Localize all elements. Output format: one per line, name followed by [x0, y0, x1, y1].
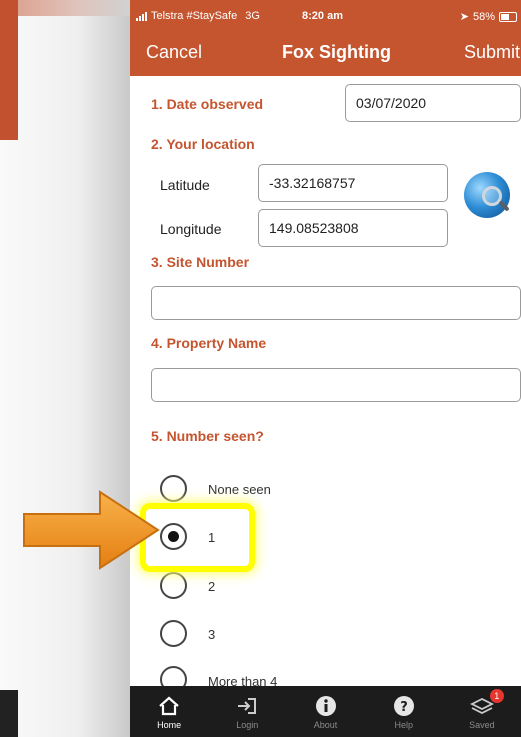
site-number-label: 3. Site Number	[151, 254, 250, 270]
radio-2[interactable]	[160, 572, 187, 599]
backdrop-dark-edge	[0, 690, 18, 737]
radio-label-none-seen: None seen	[208, 482, 271, 497]
info-icon	[315, 692, 337, 720]
tab-home-label: Home	[157, 720, 182, 730]
battery-icon	[499, 11, 517, 22]
backdrop	[0, 0, 130, 737]
location-label: 2. Your location	[151, 136, 255, 152]
longitude-value: 149.08523808	[269, 220, 359, 236]
signal-icon	[136, 11, 147, 21]
help-icon: ?	[393, 692, 415, 720]
submit-button[interactable]: Submit	[464, 42, 520, 63]
property-name-field[interactable]	[151, 368, 521, 402]
magnifier-handle	[498, 200, 510, 212]
tab-bar: Home Login About ? Help 1 Saved	[130, 686, 521, 737]
latitude-label: Latitude	[160, 177, 210, 193]
radio-3[interactable]	[160, 620, 187, 647]
pointer-arrow-icon	[23, 490, 160, 570]
backdrop-accent-fade	[18, 0, 130, 16]
page-title: Fox Sighting	[282, 42, 391, 62]
tab-help-label: Help	[394, 720, 413, 730]
latitude-value: -33.32168757	[269, 175, 356, 191]
radio-label-3: 3	[208, 627, 216, 642]
status-right: ➤ 58%	[460, 10, 517, 23]
site-number-field[interactable]	[151, 286, 521, 320]
carrier-name: Telstra #StaySafe	[151, 10, 238, 22]
tab-saved[interactable]: 1 Saved	[443, 686, 521, 737]
saved-badge: 1	[489, 689, 504, 703]
date-label: 1. Date observed	[151, 96, 264, 112]
home-icon	[158, 692, 180, 720]
status-left: Telstra #StaySafe 3G	[136, 10, 260, 22]
login-icon	[236, 692, 258, 720]
date-value: 03/07/2020	[356, 95, 427, 111]
cancel-button[interactable]: Cancel	[146, 42, 202, 63]
phone-screen: Telstra #StaySafe 3G 8:20 am ➤ 58% Cance…	[130, 0, 521, 737]
longitude-field[interactable]: 149.08523808	[258, 209, 448, 247]
number-seen-label: 5. Number seen?	[151, 428, 264, 444]
battery-percent: 58%	[472, 10, 495, 23]
radio-none-seen[interactable]	[160, 475, 187, 502]
status-bar: Telstra #StaySafe 3G 8:20 am ➤ 58%	[130, 0, 521, 32]
location-arrow-icon: ➤	[459, 11, 469, 23]
tab-login[interactable]: Login	[208, 686, 286, 737]
tab-home[interactable]: Home	[130, 686, 208, 737]
svg-text:?: ?	[400, 700, 408, 715]
network-type: 3G	[245, 10, 260, 22]
tab-login-label: Login	[236, 720, 259, 730]
backdrop-accent	[0, 0, 18, 140]
globe-search-icon[interactable]	[464, 172, 510, 218]
date-field[interactable]: 03/07/2020	[345, 84, 521, 122]
latitude-field[interactable]: -33.32168757	[258, 164, 448, 202]
nav-bar: Cancel Fox Sighting Submit	[130, 32, 521, 76]
tab-saved-label: Saved	[469, 720, 495, 730]
tab-help[interactable]: ? Help	[365, 686, 443, 737]
radio-label-2: 2	[208, 579, 216, 594]
tab-about-label: About	[313, 720, 338, 730]
status-time: 8:20 am	[302, 10, 343, 22]
property-name-label: 4. Property Name	[151, 335, 267, 351]
longitude-label: Longitude	[160, 221, 222, 237]
tab-about[interactable]: About	[286, 686, 364, 737]
